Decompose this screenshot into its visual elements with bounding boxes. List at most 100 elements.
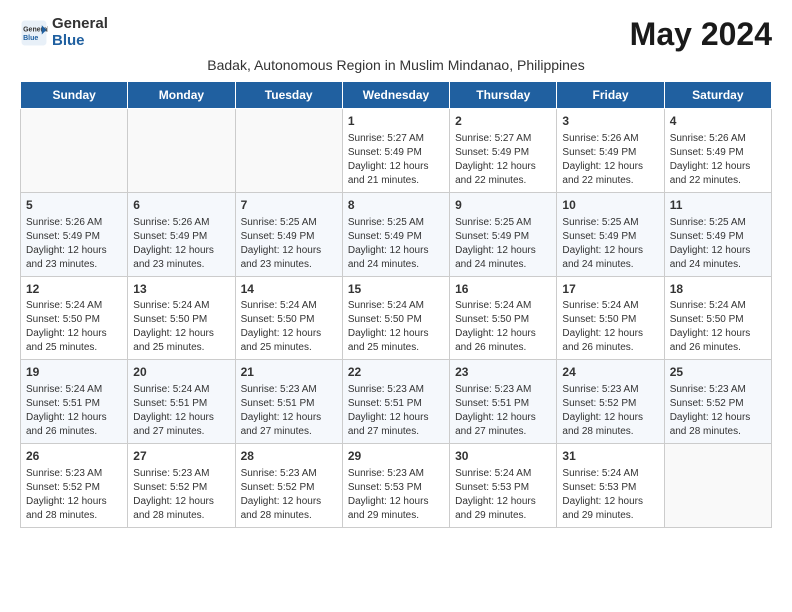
cell-info: Sunrise: 5:26 AM [133, 216, 229, 230]
cell-info: Sunset: 5:50 PM [455, 313, 551, 327]
day-number: 20 [133, 364, 229, 381]
calendar-cell: 29Sunrise: 5:23 AMSunset: 5:53 PMDayligh… [342, 444, 449, 528]
cell-info: and 29 minutes. [455, 509, 551, 523]
cell-info: Sunset: 5:49 PM [348, 230, 444, 244]
cell-info: Sunrise: 5:25 AM [670, 216, 766, 230]
cell-info: and 26 minutes. [455, 341, 551, 355]
day-number: 24 [562, 364, 658, 381]
calendar-cell [128, 109, 235, 193]
cell-info: Daylight: 12 hours [348, 160, 444, 174]
cell-info: Sunset: 5:50 PM [241, 313, 337, 327]
cell-info: and 24 minutes. [562, 258, 658, 272]
cell-info: Daylight: 12 hours [562, 160, 658, 174]
cell-info: and 28 minutes. [670, 425, 766, 439]
calendar-cell: 4Sunrise: 5:26 AMSunset: 5:49 PMDaylight… [664, 109, 771, 193]
cell-info: Sunset: 5:49 PM [455, 146, 551, 160]
cell-info: Sunrise: 5:23 AM [241, 467, 337, 481]
day-number: 23 [455, 364, 551, 381]
cell-info: and 23 minutes. [26, 258, 122, 272]
cell-info: and 26 minutes. [26, 425, 122, 439]
cell-info: Sunset: 5:49 PM [562, 230, 658, 244]
day-number: 14 [241, 281, 337, 298]
cell-info: Sunset: 5:51 PM [26, 397, 122, 411]
cell-info: Daylight: 12 hours [133, 244, 229, 258]
cell-info: Sunrise: 5:24 AM [133, 383, 229, 397]
day-number: 22 [348, 364, 444, 381]
cell-info: Daylight: 12 hours [241, 495, 337, 509]
cell-info: and 23 minutes. [241, 258, 337, 272]
cell-info: Sunrise: 5:23 AM [348, 383, 444, 397]
calendar-cell: 10Sunrise: 5:25 AMSunset: 5:49 PMDayligh… [557, 192, 664, 276]
cell-info: Daylight: 12 hours [133, 411, 229, 425]
cell-info: Daylight: 12 hours [670, 327, 766, 341]
month-title: May 2024 [630, 16, 772, 53]
calendar-cell: 19Sunrise: 5:24 AMSunset: 5:51 PMDayligh… [21, 360, 128, 444]
cell-info: Sunset: 5:53 PM [562, 481, 658, 495]
cell-info: Daylight: 12 hours [241, 411, 337, 425]
cell-info: Sunset: 5:49 PM [26, 230, 122, 244]
cell-info: Sunset: 5:51 PM [455, 397, 551, 411]
col-header-wednesday: Wednesday [342, 82, 449, 109]
cell-info: Daylight: 12 hours [26, 327, 122, 341]
cell-info: and 27 minutes. [348, 425, 444, 439]
cell-info: Sunrise: 5:24 AM [26, 299, 122, 313]
day-number: 31 [562, 448, 658, 465]
cell-info: Sunset: 5:49 PM [670, 146, 766, 160]
cell-info: and 25 minutes. [133, 341, 229, 355]
cell-info: Sunset: 5:50 PM [26, 313, 122, 327]
calendar-cell: 8Sunrise: 5:25 AMSunset: 5:49 PMDaylight… [342, 192, 449, 276]
cell-info: Sunrise: 5:25 AM [241, 216, 337, 230]
calendar-cell: 2Sunrise: 5:27 AMSunset: 5:49 PMDaylight… [450, 109, 557, 193]
cell-info: and 22 minutes. [562, 174, 658, 188]
cell-info: and 27 minutes. [133, 425, 229, 439]
cell-info: Daylight: 12 hours [670, 244, 766, 258]
cell-info: Sunrise: 5:24 AM [562, 467, 658, 481]
day-number: 25 [670, 364, 766, 381]
cell-info: Daylight: 12 hours [26, 244, 122, 258]
logo-blue-text: Blue [52, 33, 108, 50]
cell-info: Sunset: 5:49 PM [455, 230, 551, 244]
day-number: 16 [455, 281, 551, 298]
day-number: 2 [455, 113, 551, 130]
calendar-cell: 23Sunrise: 5:23 AMSunset: 5:51 PMDayligh… [450, 360, 557, 444]
cell-info: Daylight: 12 hours [241, 327, 337, 341]
cell-info: Sunrise: 5:25 AM [348, 216, 444, 230]
day-number: 3 [562, 113, 658, 130]
calendar-cell: 14Sunrise: 5:24 AMSunset: 5:50 PMDayligh… [235, 276, 342, 360]
cell-info: Daylight: 12 hours [670, 411, 766, 425]
logo: General Blue General Blue [20, 16, 108, 49]
calendar-cell: 16Sunrise: 5:24 AMSunset: 5:50 PMDayligh… [450, 276, 557, 360]
calendar-cell: 6Sunrise: 5:26 AMSunset: 5:49 PMDaylight… [128, 192, 235, 276]
cell-info: and 24 minutes. [348, 258, 444, 272]
cell-info: Daylight: 12 hours [133, 495, 229, 509]
day-number: 28 [241, 448, 337, 465]
cell-info: and 28 minutes. [562, 425, 658, 439]
cell-info: Sunrise: 5:25 AM [455, 216, 551, 230]
calendar-cell: 3Sunrise: 5:26 AMSunset: 5:49 PMDaylight… [557, 109, 664, 193]
cell-info: Sunrise: 5:24 AM [455, 299, 551, 313]
cell-info: Sunset: 5:53 PM [348, 481, 444, 495]
day-number: 1 [348, 113, 444, 130]
cell-info: Sunset: 5:51 PM [348, 397, 444, 411]
cell-info: Daylight: 12 hours [562, 411, 658, 425]
col-header-monday: Monday [128, 82, 235, 109]
calendar-cell: 13Sunrise: 5:24 AMSunset: 5:50 PMDayligh… [128, 276, 235, 360]
col-header-friday: Friday [557, 82, 664, 109]
day-number: 6 [133, 197, 229, 214]
calendar-week-4: 19Sunrise: 5:24 AMSunset: 5:51 PMDayligh… [21, 360, 772, 444]
cell-info: and 25 minutes. [348, 341, 444, 355]
cell-info: Daylight: 12 hours [455, 244, 551, 258]
cell-info: and 28 minutes. [241, 509, 337, 523]
day-number: 9 [455, 197, 551, 214]
cell-info: and 25 minutes. [26, 341, 122, 355]
cell-info: Daylight: 12 hours [348, 411, 444, 425]
col-header-thursday: Thursday [450, 82, 557, 109]
calendar-cell [664, 444, 771, 528]
day-number: 27 [133, 448, 229, 465]
cell-info: and 27 minutes. [241, 425, 337, 439]
cell-info: Sunrise: 5:24 AM [562, 299, 658, 313]
cell-info: Sunrise: 5:23 AM [26, 467, 122, 481]
cell-info: Sunrise: 5:24 AM [26, 383, 122, 397]
cell-info: and 24 minutes. [670, 258, 766, 272]
cell-info: Sunrise: 5:24 AM [670, 299, 766, 313]
